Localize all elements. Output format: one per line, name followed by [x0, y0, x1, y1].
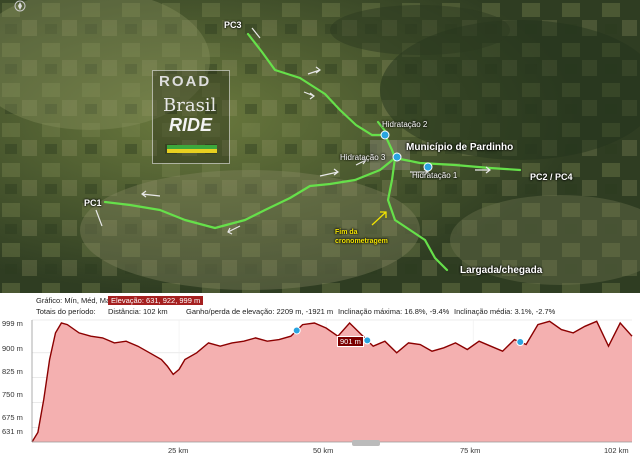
- y-tick-750: 750 m: [2, 390, 23, 399]
- profile-marker-3: [516, 338, 525, 347]
- elevation-callout: 901 m: [337, 336, 364, 347]
- y-tick-900: 900 m: [2, 344, 23, 353]
- app-root: ROAD Brasil RIDE PC3 PC1 PC2 / PC4 Munic…: [0, 0, 640, 455]
- elevation-chart[interactable]: [0, 0, 640, 454]
- profile-marker-2: [363, 336, 372, 345]
- profile-marker-1: [292, 326, 301, 335]
- elevation-area: [32, 321, 632, 442]
- y-tick-999: 999 m: [2, 319, 23, 328]
- y-tick-631: 631 m: [2, 427, 23, 436]
- y-tick-675: 675 m: [2, 413, 23, 422]
- chart-scrollbar[interactable]: [352, 440, 380, 446]
- y-tick-825: 825 m: [2, 367, 23, 376]
